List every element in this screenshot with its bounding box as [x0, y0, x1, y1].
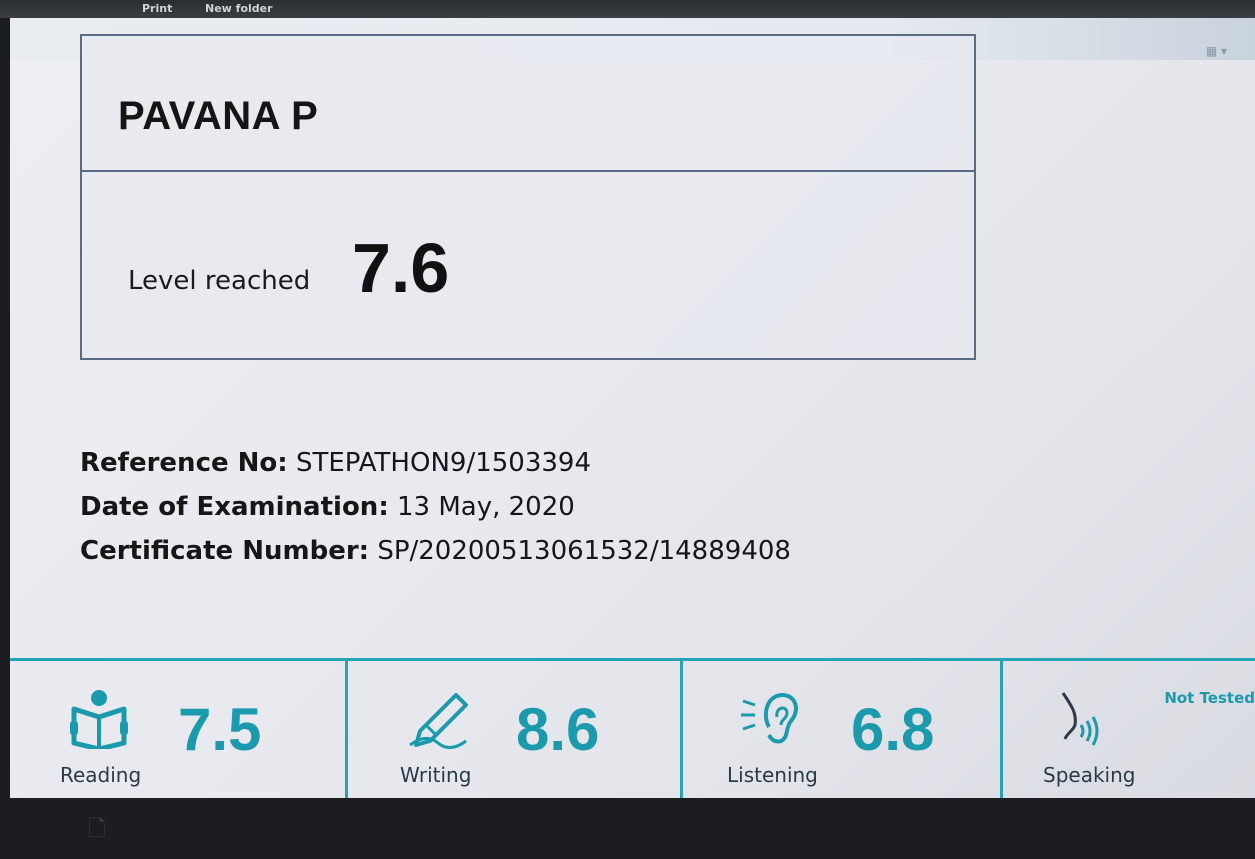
skill-tile-reading: 7.5 Reading	[10, 661, 348, 798]
name-row: PAVANA P	[82, 36, 974, 172]
menu-item-new-folder[interactable]: New folder	[205, 2, 273, 15]
writing-label: Writing	[400, 763, 472, 787]
certificate-row: Certificate Number: SP/20200513061532/14…	[80, 536, 791, 566]
level-value: 7.6	[352, 229, 450, 307]
explorer-top-strip: Print New folder	[0, 0, 1255, 18]
speaking-icon	[1053, 687, 1103, 753]
date-label: Date of Examination:	[80, 492, 389, 522]
book-reader-icon	[68, 687, 130, 753]
skill-tile-speaking: Not Tested Speaking	[1003, 661, 1255, 798]
writing-score: 8.6	[516, 696, 600, 763]
listening-score: 6.8	[851, 696, 935, 763]
reference-row: Reference No: STEPATHON9/1503394	[80, 448, 591, 478]
speaking-not-tested-note: Not Tested	[1164, 689, 1255, 707]
pen-writing-icon	[406, 687, 476, 753]
result-card: PAVANA P Level reached 7.6	[80, 34, 976, 360]
level-label: Level reached	[128, 266, 311, 296]
speaking-label: Speaking	[1043, 763, 1136, 787]
window-controls-icon[interactable]: ▦ ▾	[1206, 44, 1227, 58]
certificate-label: Certificate Number:	[80, 536, 370, 566]
reference-value: STEPATHON9/1503394	[295, 448, 591, 478]
document-preview-icon[interactable]: 🗋	[88, 812, 106, 850]
skills-bar: 7.5 Reading 8.6 Writing 6.8 Listening No…	[10, 658, 1255, 798]
taskbar: 🗋	[0, 798, 1255, 859]
candidate-name: PAVANA P	[118, 94, 319, 138]
ear-listening-icon	[739, 687, 803, 753]
result-screen: ▦ ▾ PAVANA P Level reached 7.6 Reference…	[10, 18, 1255, 798]
date-value: 13 May, 2020	[396, 492, 575, 522]
certificate-value: SP/20200513061532/14889408	[377, 536, 791, 566]
reading-score: 7.5	[178, 696, 262, 763]
reading-label: Reading	[60, 763, 142, 787]
date-row: Date of Examination: 13 May, 2020	[80, 492, 575, 522]
skill-tile-listening: 6.8 Listening	[683, 661, 1003, 798]
reference-label: Reference No:	[80, 448, 288, 478]
skill-tile-writing: 8.6 Writing	[348, 661, 683, 798]
menu-item-print[interactable]: Print	[142, 2, 172, 15]
listening-label: Listening	[727, 763, 818, 787]
